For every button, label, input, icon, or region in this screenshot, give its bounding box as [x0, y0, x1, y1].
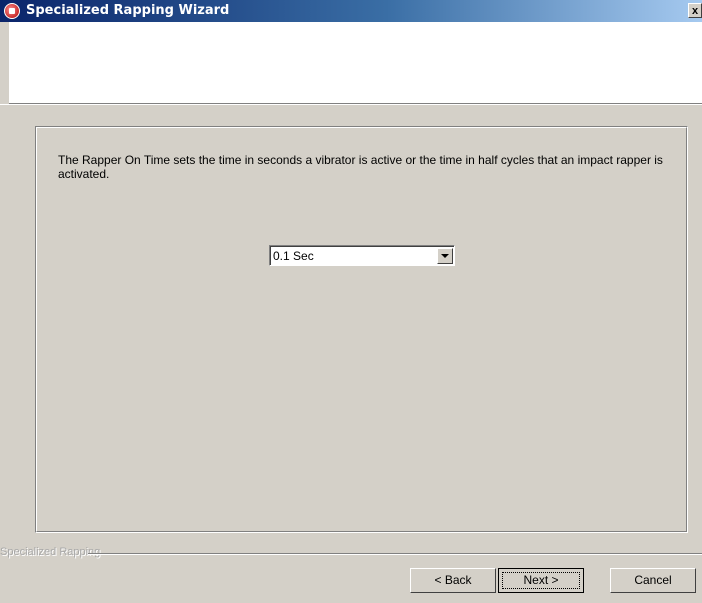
header-panel: [9, 22, 702, 104]
footer-divider: [88, 553, 702, 555]
rapper-on-time-description: The Rapper On Time sets the time in seco…: [58, 153, 663, 181]
rapper-on-time-dropdown[interactable]: 0.1 Sec: [269, 245, 455, 266]
dropdown-field: 0.1 Sec: [270, 246, 454, 265]
cancel-button[interactable]: Cancel: [610, 568, 696, 593]
chevron-down-icon[interactable]: [437, 248, 453, 264]
app-icon: [4, 3, 20, 19]
next-button[interactable]: Next >: [498, 568, 584, 593]
title-bar: Specialized Rapping Wizard x: [0, 0, 702, 22]
footer-group-label: Specialized Rapping: [0, 546, 101, 558]
close-button[interactable]: x: [688, 3, 702, 18]
back-button[interactable]: < Back: [410, 568, 496, 593]
next-button-label: Next >: [523, 573, 559, 587]
dropdown-selected-value: 0.1 Sec: [273, 249, 314, 263]
content-frame: [35, 126, 688, 533]
header-divider: [0, 104, 702, 105]
window-title: Specialized Rapping Wizard: [26, 3, 230, 18]
